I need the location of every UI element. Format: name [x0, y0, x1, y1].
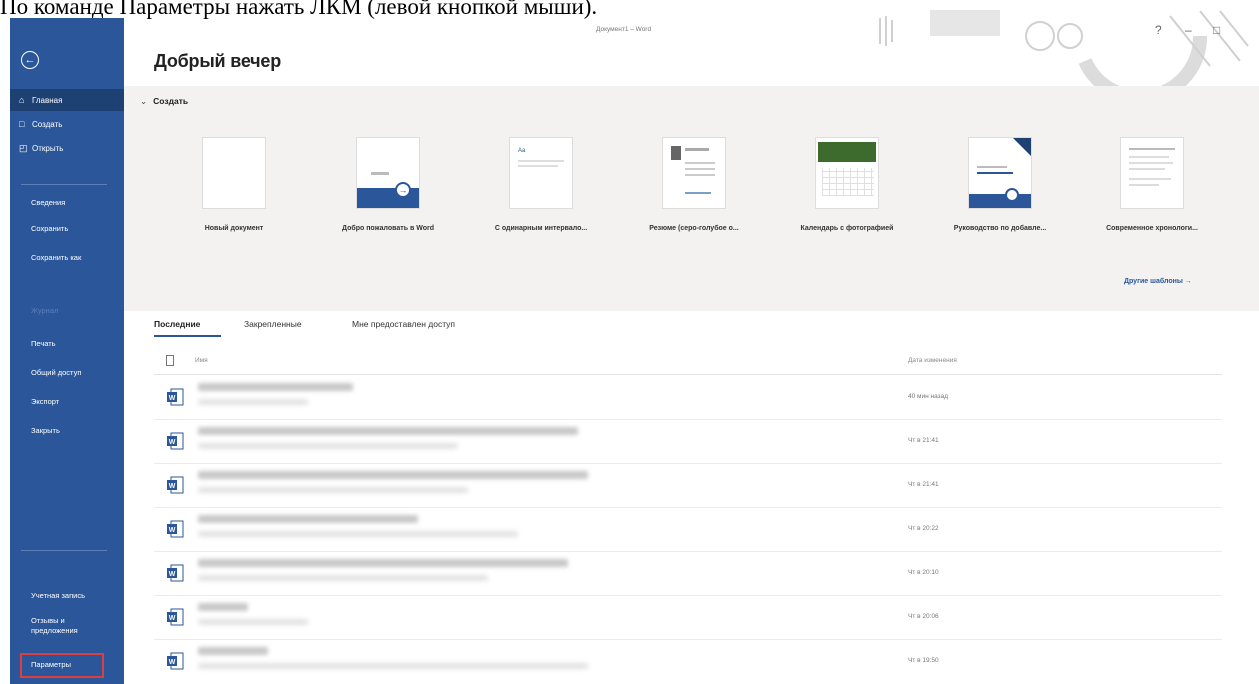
- folder-icon: ◰: [19, 143, 28, 153]
- sidebar-item-close[interactable]: Закрыть: [10, 426, 124, 435]
- redacted-file-path: [198, 619, 308, 625]
- more-templates-link[interactable]: Другие шаблоны →: [1124, 278, 1192, 285]
- template-label[interactable]: Резюме (серо-голубое о...: [649, 225, 739, 232]
- sidebar-item-account[interactable]: Учетная запись: [10, 591, 124, 600]
- template-thumb-chronological[interactable]: [1120, 137, 1184, 209]
- redacted-file-name: [198, 427, 578, 435]
- svg-text:W: W: [169, 395, 176, 402]
- template-label[interactable]: Добро пожаловать в Word: [342, 225, 434, 232]
- word-doc-icon: W: [167, 564, 184, 582]
- chevron-down-icon: ⌄: [140, 96, 148, 106]
- redacted-file-path: [198, 399, 308, 405]
- word-doc-icon: W: [167, 432, 184, 450]
- column-header-date[interactable]: Дата изменения: [908, 357, 957, 364]
- active-tab-indicator: [154, 335, 221, 337]
- file-modified-date: Чт в 21:41: [908, 481, 939, 488]
- template-thumb-resume[interactable]: [662, 137, 726, 209]
- file-row[interactable]: [154, 595, 1222, 640]
- file-modified-date: Чт в 20:22: [908, 525, 939, 532]
- redacted-file-path: [198, 575, 488, 581]
- redacted-file-path: [198, 443, 458, 449]
- redacted-file-name: [198, 647, 268, 655]
- template-label[interactable]: Руководство по добавле...: [954, 225, 1046, 232]
- svg-text:W: W: [169, 615, 176, 622]
- tab-shared-with-me[interactable]: Мне предоставлен доступ: [352, 319, 455, 329]
- sidebar-divider: [21, 184, 107, 185]
- file-row[interactable]: [154, 463, 1222, 508]
- home-icon: ⌂: [19, 95, 25, 105]
- svg-text:W: W: [169, 527, 176, 534]
- decorative-background-art: [879, 10, 1249, 86]
- sidebar-item-save[interactable]: Сохранить: [10, 224, 124, 233]
- file-modified-date: Чт в 20:06: [908, 613, 939, 620]
- instruction-caption: По команде Параметры нажать ЛКМ (левой к…: [0, 0, 598, 19]
- help-button[interactable]: ?: [1155, 23, 1162, 37]
- file-modified-date: Чт в 21:41: [908, 437, 939, 444]
- word-doc-icon: W: [167, 388, 184, 406]
- redacted-file-name: [198, 515, 418, 523]
- file-modified-date: Чт в 19:50: [908, 657, 939, 664]
- redacted-file-path: [198, 531, 518, 537]
- template-thumb-photo-calendar[interactable]: [815, 137, 879, 209]
- template-label[interactable]: Календарь с фотографией: [801, 225, 894, 232]
- file-modified-date: Чт в 20:10: [908, 569, 939, 576]
- redacted-file-path: [198, 487, 468, 493]
- svg-text:W: W: [169, 439, 176, 446]
- tab-recent[interactable]: Последние: [154, 319, 200, 329]
- file-row[interactable]: [154, 507, 1222, 552]
- minimize-button[interactable]: –: [1185, 23, 1192, 37]
- word-doc-icon: W: [167, 652, 184, 670]
- template-thumb-blank[interactable]: [202, 137, 266, 209]
- back-arrow-icon[interactable]: ←: [21, 51, 39, 69]
- column-header-name[interactable]: Имя: [195, 357, 208, 364]
- file-row[interactable]: [154, 419, 1222, 464]
- redacted-file-name: [198, 383, 353, 391]
- template-label[interactable]: С одинарным интервало...: [495, 225, 587, 232]
- svg-text:W: W: [169, 483, 176, 490]
- backstage-sidebar: ← ⌂ Главная □ Создать ◰ Открыть Сведения Со…: [10, 18, 124, 684]
- redacted-file-path: [198, 663, 588, 669]
- create-section-header[interactable]: ⌄ Создать: [140, 96, 188, 107]
- redacted-file-name: [198, 471, 588, 479]
- sidebar-divider: [21, 550, 107, 551]
- file-list-header: [154, 350, 1222, 375]
- sidebar-item-new[interactable]: □ Создать: [10, 114, 124, 134]
- redacted-file-name: [198, 559, 568, 567]
- file-row[interactable]: [154, 375, 1222, 420]
- template-label[interactable]: Современное хронологи...: [1106, 225, 1198, 232]
- maximize-button[interactable]: □: [1213, 23, 1220, 37]
- greeting-heading: Добрый вечер: [154, 51, 282, 71]
- template-thumb-single-spaced[interactable]: Aa: [509, 137, 573, 209]
- sidebar-item-share[interactable]: Общий доступ: [10, 368, 124, 377]
- word-doc-icon: W: [167, 520, 184, 538]
- template-thumb-guide[interactable]: [968, 137, 1032, 209]
- sidebar-item-history: Журнал: [31, 306, 59, 315]
- file-row[interactable]: [154, 551, 1222, 596]
- sidebar-item-home[interactable]: ⌂ Главная: [10, 89, 124, 111]
- file-row[interactable]: [154, 639, 1222, 684]
- app-title: Документ1 – Word: [596, 26, 652, 33]
- new-doc-icon: □: [19, 119, 25, 129]
- sidebar-item-print[interactable]: Печать: [10, 339, 124, 348]
- sidebar-item-info[interactable]: Сведения: [10, 198, 124, 207]
- template-thumb-welcome[interactable]: →: [356, 137, 420, 209]
- sidebar-item-export[interactable]: Экспорт: [10, 397, 124, 406]
- redacted-file-name: [198, 603, 248, 611]
- word-doc-icon: W: [167, 476, 184, 494]
- svg-text:W: W: [169, 571, 176, 578]
- sidebar-item-feedback[interactable]: Отзывы и предложения: [10, 616, 90, 636]
- sidebar-item-open[interactable]: ◰ Открыть: [10, 138, 124, 158]
- word-doc-icon: W: [167, 608, 184, 626]
- file-type-icon: [166, 355, 174, 366]
- options-highlight-frame: [20, 653, 104, 678]
- file-modified-date: 40 мин назад: [908, 393, 949, 400]
- sidebar-item-save-as[interactable]: Сохранить как: [10, 253, 124, 262]
- template-label[interactable]: Новый документ: [205, 225, 264, 232]
- svg-text:W: W: [169, 659, 176, 666]
- tab-pinned[interactable]: Закрепленные: [244, 319, 302, 329]
